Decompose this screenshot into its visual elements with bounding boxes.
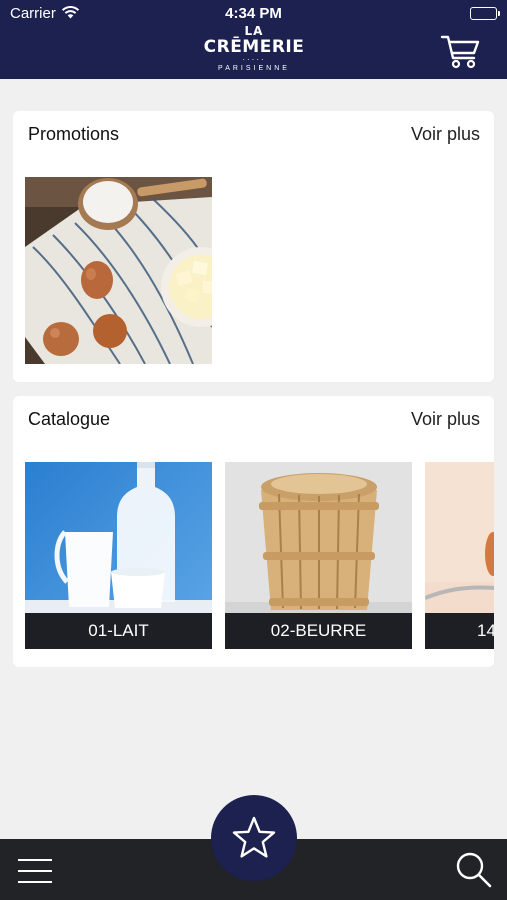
logo-sub: PARISIENNE [218,65,290,72]
logo-dots: ····· [242,55,266,64]
cart-icon [440,35,480,69]
favorites-button[interactable] [211,795,297,881]
catalogue-carousel[interactable]: 01-LAIT 02-BEURRE 14 [25,462,494,650]
catalogue-item-label: 14 [425,613,494,649]
logo-main: CRĒMERIE [203,37,305,57]
clock: 4:34 PM [225,5,282,22]
catalogue-item-beurre[interactable]: 02-BEURRE [225,462,412,649]
catalogue-item-partial[interactable]: 14 [425,462,494,649]
logo-la: LA [244,24,264,38]
brand-logo: LA CRĒMERIE ····· PARISIENNE [193,24,315,76]
hamburger-menu-icon [18,859,52,883]
promotions-card: Promotions Voir plus [13,111,494,382]
catalogue-see-more-link[interactable]: Voir plus [411,409,480,430]
catalogue-title: Catalogue [28,409,111,429]
app-header: Carrier 4:34 PM LA CRĒMERIE ····· PARISI… [0,0,507,79]
catalogue-item-label: 02-BEURRE [225,613,412,649]
catalogue-item-label: 01-LAIT [25,613,212,649]
promotions-title: Promotions [28,124,120,144]
search-icon [456,852,492,888]
promotion-item[interactable] [25,177,212,364]
promotion-image [25,177,212,364]
menu-button[interactable] [17,857,53,885]
catalogue-card: Catalogue Voir plus 01-LAIT 02-BEURRE 14 [13,396,494,667]
search-button[interactable] [455,851,493,889]
promotions-see-more-link[interactable]: Voir plus [411,124,480,145]
battery-icon [470,7,500,20]
star-icon [232,816,276,858]
catalogue-item-lait[interactable]: 01-LAIT [25,462,212,649]
cart-button[interactable] [440,34,482,70]
